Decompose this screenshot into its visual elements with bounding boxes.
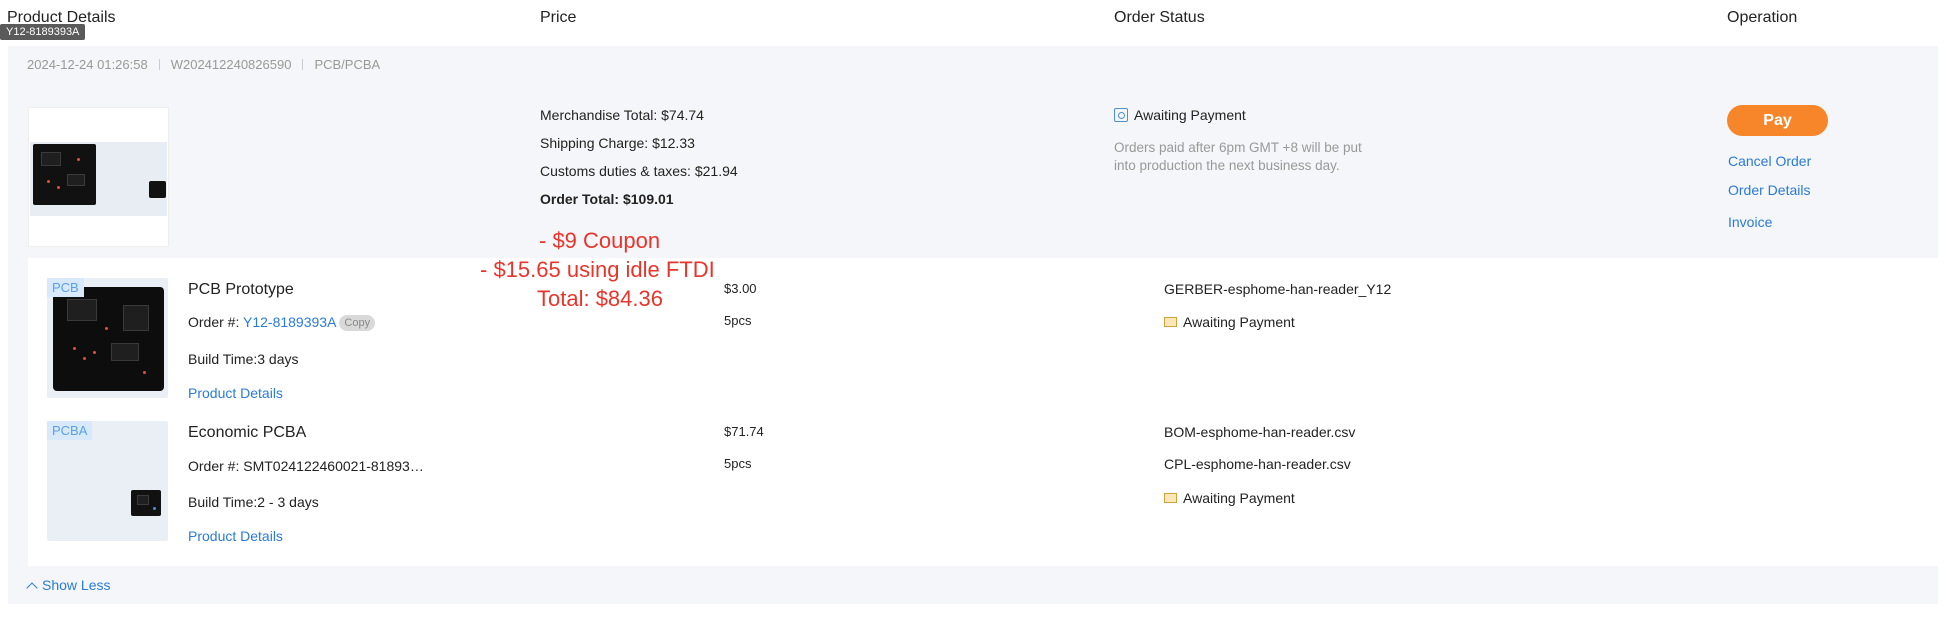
shipping-charge: Shipping Charge: $12.33 — [540, 135, 695, 151]
pcb-order-number-link[interactable]: Y12-8189393A — [243, 314, 336, 330]
pcba-cpl-file: CPL-esphome-han-reader.csv — [1164, 456, 1351, 472]
order-number-prefix: Order #: — [188, 314, 243, 330]
pcb-title: PCB Prototype — [188, 281, 294, 298]
pay-button[interactable]: Pay — [1727, 105, 1828, 136]
customs-duties: Customs duties & taxes: $21.94 — [540, 163, 738, 179]
pcba-price: $71.74 — [724, 424, 764, 439]
pcba-bom-file: BOM-esphome-han-reader.csv — [1164, 424, 1356, 440]
thumbnail-background — [30, 142, 167, 216]
order-date: 2024-12-24 01:26:58 — [27, 57, 148, 72]
pad-icon — [77, 158, 80, 161]
order-type: PCB/PCBA — [314, 57, 381, 72]
pad-icon — [57, 186, 60, 189]
copy-button[interactable]: Copy — [339, 315, 376, 331]
pcba-title: Economic PCBA — [188, 424, 307, 441]
order-status: Awaiting Payment — [1114, 107, 1246, 123]
pcb-thumbnail-icon — [33, 144, 96, 205]
pad-icon — [83, 357, 86, 360]
order-thumbnail[interactable] — [28, 107, 169, 247]
annotation-total: Total: $84.36 — [537, 286, 663, 311]
production-note-line1: Orders paid after 6pm GMT +8 will be put — [1114, 140, 1362, 155]
annotation-ftdi: - $15.65 using idle FTDI — [480, 257, 715, 282]
pcba-image[interactable]: PCBA — [47, 421, 168, 541]
header-operation: Operation — [1727, 9, 1798, 26]
header-order-status: Order Status — [1114, 9, 1205, 26]
awaiting-payment-icon — [1114, 108, 1128, 122]
pcba-status-label: Awaiting Payment — [1183, 490, 1295, 506]
pcba-thumbnail-icon — [149, 181, 166, 198]
pcba-board-icon — [131, 490, 161, 516]
order-total: Order Total: $109.01 — [540, 191, 674, 207]
pcb-quantity: 5pcs — [724, 313, 752, 328]
meta-divider — [302, 59, 304, 70]
merchandise-total: Merchandise Total: $74.74 — [540, 107, 704, 123]
chip-icon — [67, 299, 97, 321]
pcba-build-time: Build Time:2 - 3 days — [188, 494, 319, 510]
pad-icon — [143, 371, 146, 374]
pcb-product-details-link[interactable]: Product Details — [188, 385, 283, 401]
pcb-status: Awaiting Payment — [1164, 314, 1295, 330]
pad-icon — [47, 180, 50, 183]
pad-icon — [153, 507, 156, 510]
pcb-image[interactable]: PCB — [47, 278, 168, 398]
pcb-price: $3.00 — [724, 281, 757, 296]
pcb-tag: PCB — [47, 278, 84, 297]
order-details-link[interactable]: Order Details — [1728, 182, 1810, 198]
chevron-up-icon — [26, 582, 38, 594]
pcb-board-icon — [53, 287, 164, 391]
pad-icon — [73, 347, 76, 350]
chip-icon — [137, 495, 149, 505]
pcba-quantity: 5pcs — [724, 456, 752, 471]
envelope-icon — [1164, 317, 1177, 327]
meta-divider — [158, 59, 160, 70]
show-less-label: Show Less — [42, 577, 111, 593]
show-less-toggle[interactable]: Show Less — [26, 577, 111, 594]
pad-icon — [105, 327, 108, 330]
chip-icon — [123, 305, 149, 331]
pcba-status: Awaiting Payment — [1164, 490, 1295, 506]
order-number-tooltip: Y12-8189393A — [0, 24, 86, 40]
invoice-link[interactable]: Invoice — [1728, 214, 1772, 230]
pcb-build-time: Build Time:3 days — [188, 351, 299, 367]
chip-icon — [41, 152, 61, 166]
order-items — [28, 258, 1939, 566]
chip-icon — [67, 174, 85, 186]
pcba-product-details-link[interactable]: Product Details — [188, 528, 283, 544]
pcb-order-number: Order #: Y12-8189393A Copy — [188, 314, 376, 331]
order-status-label: Awaiting Payment — [1134, 107, 1246, 123]
production-note-line2: into production the next business day. — [1114, 158, 1340, 173]
annotation-coupon: - $9 Coupon — [539, 228, 661, 253]
production-note: Orders paid after 6pm GMT +8 will be put… — [1114, 139, 1362, 175]
header-price: Price — [540, 9, 577, 26]
cancel-order-link[interactable]: Cancel Order — [1728, 153, 1811, 169]
pcba-tag: PCBA — [47, 421, 93, 440]
envelope-icon — [1164, 493, 1177, 503]
pcba-order-number: Order #: SMT024122460021-81893… — [188, 458, 424, 474]
order-number: W202412240826590 — [170, 57, 292, 72]
pcb-status-label: Awaiting Payment — [1183, 314, 1295, 330]
pad-icon — [93, 351, 96, 354]
chip-icon — [111, 343, 139, 361]
pcb-gerber-file: GERBER-esphome-han-reader_Y12 — [1164, 281, 1392, 297]
order-meta: 2024-12-24 01:26:58 W202412240826590 PCB/P… — [27, 57, 380, 72]
